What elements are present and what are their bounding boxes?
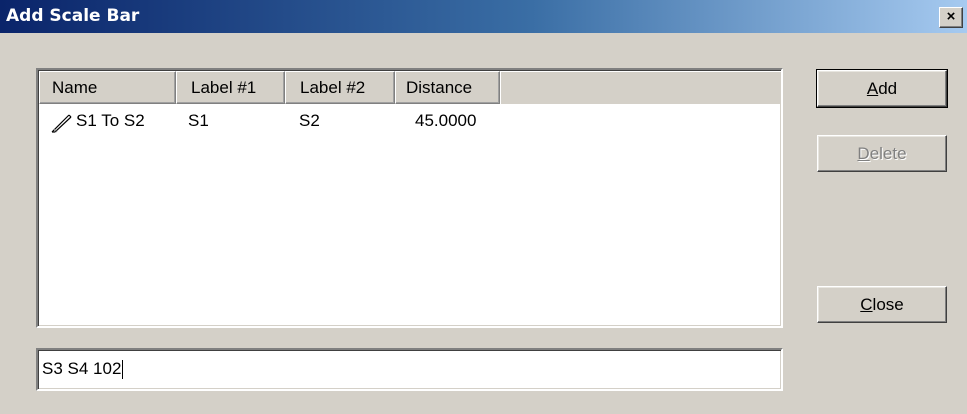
list-item[interactable]: S1 To S2 S1 S2 45.0000 — [39, 105, 781, 135]
column-header-distance[interactable]: Distance — [395, 71, 500, 104]
row-distance: 45.0000 — [415, 111, 477, 130]
text-caret — [122, 360, 124, 380]
column-header-name[interactable]: Name — [39, 71, 176, 104]
add-button-label: dd — [878, 79, 898, 98]
scale-bar-input[interactable]: S3 S4 102 — [36, 348, 783, 391]
pencil-icon — [49, 112, 73, 134]
delete-button-label: elete — [869, 144, 907, 163]
row-name: S1 To S2 — [76, 111, 145, 130]
scale-bar-list[interactable]: Name Label #1 Label #2 Distance S1 To S2… — [36, 68, 783, 328]
close-window-button[interactable]: × — [939, 7, 963, 28]
column-header-label2[interactable]: Label #2 — [285, 71, 395, 104]
delete-button[interactable]: Delete — [817, 135, 947, 172]
close-button-mnemonic: C — [860, 295, 873, 314]
add-button-mnemonic: A — [866, 79, 879, 98]
scale-bar-input-value: S3 S4 102 — [42, 359, 122, 378]
close-icon: × — [946, 8, 956, 25]
add-scale-bar-dialog: Add Scale Bar × Name Label #1 Label #2 D… — [0, 0, 967, 414]
add-button[interactable]: Add — [816, 69, 948, 108]
close-button-label: lose — [872, 295, 904, 314]
close-button[interactable]: Close — [817, 286, 947, 323]
delete-button-mnemonic: D — [857, 144, 870, 163]
title-bar[interactable]: Add Scale Bar × — [0, 0, 967, 33]
row-label2: S2 — [299, 111, 320, 130]
column-header-filler — [500, 71, 781, 104]
row-label1: S1 — [188, 111, 209, 130]
list-header: Name Label #1 Label #2 Distance — [39, 71, 781, 104]
window-title: Add Scale Bar — [6, 6, 140, 26]
column-header-label1[interactable]: Label #1 — [176, 71, 285, 104]
